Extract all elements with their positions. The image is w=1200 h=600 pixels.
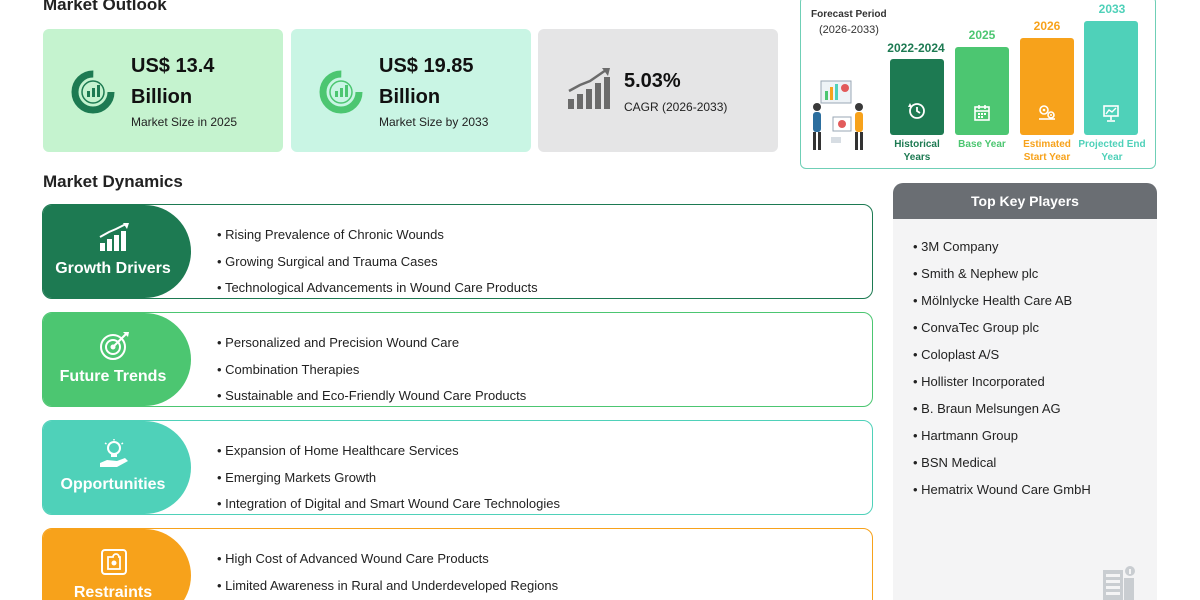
calendar-icon — [974, 105, 990, 121]
opportunities-section: Opportunities Expansion of Home Healthca… — [42, 420, 873, 515]
puzzle-icon — [101, 549, 127, 575]
list-item: Technological Advancements in Wound Care… — [217, 275, 538, 302]
forecast-year-base: 2025 — [968, 28, 996, 42]
list-item: Hartmann Group — [913, 422, 1091, 449]
list-item: Growing Surgical and Trauma Cases — [217, 249, 538, 276]
list-item: Hematrix Wound Care GmbH — [913, 476, 1091, 503]
donut-chart-icon — [319, 70, 363, 114]
restraints-list: High Cost of Advanced Wound Care Product… — [217, 546, 558, 599]
forecast-caption-base: Base Year — [958, 139, 1006, 150]
list-item: Hollister Incorporated — [913, 368, 1091, 395]
building-icon — [1103, 566, 1135, 600]
rising-bar-chart-icon — [568, 68, 610, 109]
key-players-list: 3M Company Smith & Nephew plc Mölnlycke … — [913, 233, 1091, 503]
list-item: B. Braun Melsungen AG — [913, 395, 1091, 422]
restraints-section: Restraints High Cost of Advanced Wound C… — [42, 528, 873, 600]
list-item: Combination Therapies — [217, 357, 526, 384]
growth-drivers-list: Rising Prevalence of Chronic Wounds Grow… — [217, 222, 538, 302]
cagr-value: 5.03% — [624, 70, 681, 92]
opportunities-label: Opportunities — [60, 476, 166, 493]
cagr-card: 5.03% CAGR (2026-2033) — [538, 29, 778, 152]
analysts-illustration-icon — [813, 80, 863, 150]
opportunities-tab: Opportunities — [43, 421, 191, 514]
growth-chart-icon — [99, 223, 129, 251]
future-trends-list: Personalized and Precision Wound Care Co… — [217, 330, 526, 410]
forecast-year-historical: 2022-2024 — [887, 41, 945, 55]
lightbulb-hand-icon — [100, 439, 128, 467]
market-size-2033-card: US$ 19.85 Billion Market Size by 2033 — [291, 29, 531, 152]
future-trends-label: Future Trends — [59, 368, 167, 385]
market-size-2025-card: US$ 13.4 Billion Market Size in 2025 — [43, 29, 283, 152]
list-item: Coloplast A/S — [913, 341, 1091, 368]
list-item: 3M Company — [913, 233, 1091, 260]
forecast-bar-base — [955, 47, 1009, 135]
presentation-board-icon — [1103, 105, 1119, 122]
forecast-period-panel: Forecast Period (2026-2033) 2022-2024 Hi… — [800, 0, 1156, 169]
market-size-2025-value: US$ 13.4 Billion — [131, 55, 215, 108]
forecast-bar-estimated — [1020, 38, 1074, 135]
restraints-tab: Restraints — [43, 529, 191, 600]
list-item: Integration of Digital and Smart Wound C… — [217, 491, 560, 518]
list-item: Smith & Nephew plc — [913, 260, 1091, 287]
market-outlook-title: Market Outlook — [43, 0, 167, 14]
list-item: Sustainable and Eco-Friendly Wound Care … — [217, 383, 526, 410]
donut-chart-icon — [71, 70, 115, 114]
list-item: Personalized and Precision Wound Care — [217, 330, 526, 357]
future-trends-section: Future Trends Personalized and Precision… — [42, 312, 873, 407]
forecast-caption-projected: Projected End Year — [1078, 139, 1146, 163]
opportunities-list: Expansion of Home Healthcare Services Em… — [217, 438, 560, 518]
forecast-year-estimated: 2026 — [1033, 19, 1061, 33]
market-size-2025-label: Market Size in 2025 — [131, 115, 238, 129]
restraints-label: Restraints — [73, 584, 153, 600]
market-dynamics-title: Market Dynamics — [43, 172, 183, 191]
list-item: BSN Medical — [913, 449, 1091, 476]
future-trends-tab: Future Trends — [43, 313, 191, 406]
market-size-2033-value: US$ 19.85 Billion — [379, 55, 474, 108]
forecast-period-range: (2026-2033) — [819, 24, 879, 36]
gears-icon — [1039, 105, 1055, 120]
list-item: Expansion of Home Healthcare Services — [217, 438, 560, 465]
history-clock-icon — [908, 103, 925, 119]
growth-drivers-tab: Growth Drivers — [43, 205, 191, 298]
top-key-players-panel: Top Key Players 3M Company Smith & Nephe… — [893, 183, 1157, 600]
cagr-label: CAGR (2026-2033) — [624, 100, 728, 114]
forecast-year-projected: 2033 — [1098, 2, 1126, 16]
list-item: High Cost of Advanced Wound Care Product… — [217, 546, 558, 573]
forecast-bar-historical — [890, 59, 944, 135]
forecast-period-title: Forecast Period — [811, 9, 887, 20]
target-icon — [100, 332, 129, 360]
list-item: Emerging Markets Growth — [217, 465, 560, 492]
list-item: ConvaTec Group plc — [913, 314, 1091, 341]
top-key-players-header: Top Key Players — [893, 183, 1157, 219]
forecast-bar-projected — [1084, 21, 1138, 135]
forecast-caption-estimated: Estimated Start Year — [1023, 139, 1071, 163]
forecast-caption-historical: Historical Years — [894, 139, 940, 163]
growth-drivers-label: Growth Drivers — [55, 260, 171, 277]
list-item: Limited Awareness in Rural and Underdeve… — [217, 573, 558, 600]
growth-drivers-section: Growth Drivers Rising Prevalence of Chro… — [42, 204, 873, 299]
market-size-2033-label: Market Size by 2033 — [379, 115, 489, 129]
list-item: Mölnlycke Health Care AB — [913, 287, 1091, 314]
list-item: Rising Prevalence of Chronic Wounds — [217, 222, 538, 249]
